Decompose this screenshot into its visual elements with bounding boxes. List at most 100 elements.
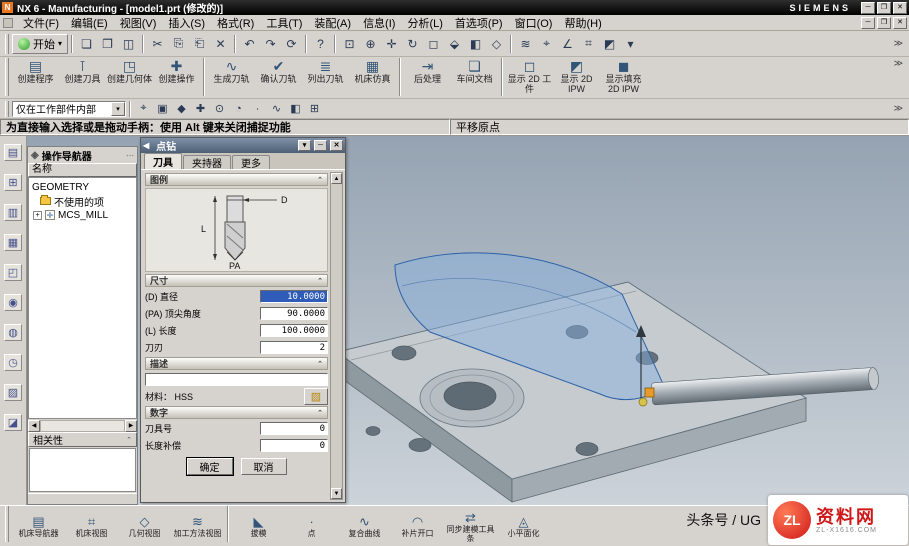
minimize-button[interactable]: ─	[861, 2, 875, 14]
menu-item[interactable]: 文件(F)	[17, 14, 65, 32]
menu-item[interactable]: 信息(I)	[357, 14, 401, 32]
operation-navigator-icon[interactable]: ▦	[4, 234, 22, 251]
origin-handle[interactable]	[645, 388, 654, 397]
description-section-header[interactable]: 描述 ⌃	[145, 357, 328, 370]
assembly-navigator-icon[interactable]: ▤	[4, 144, 22, 161]
toolbar-grip[interactable]	[5, 506, 9, 542]
toolbar-grip[interactable]	[5, 101, 9, 117]
expander-icon[interactable]: +	[33, 211, 42, 220]
constraint-navigator-icon[interactable]: ⊞	[4, 174, 22, 191]
show-filled-2d-ipw-button[interactable]: ◼ 显示填充 2D IPW	[600, 58, 647, 98]
snap-intersection-icon[interactable]: ✚	[191, 100, 210, 118]
tool-number-input[interactable]	[260, 422, 328, 435]
layer-settings-icon[interactable]: ≋	[515, 34, 536, 54]
open-file-icon[interactable]: ❐	[97, 34, 118, 54]
wcs-icon[interactable]: ⌖	[536, 34, 557, 54]
delete-icon[interactable]: ✕	[210, 34, 231, 54]
show-2d-ipw-button[interactable]: ◩ 显示 2D IPW	[553, 58, 600, 98]
facet-body-button[interactable]: ◬ 小平面化	[497, 506, 550, 546]
isometric-view-icon[interactable]: ⬙	[444, 34, 465, 54]
menu-item[interactable]: 视图(V)	[114, 14, 163, 32]
reuse-library-icon[interactable]: ◰	[4, 264, 22, 281]
chevron-down-icon[interactable]: ▾	[111, 102, 125, 116]
menu-item[interactable]: 工具(T)	[260, 14, 308, 32]
snap-midpoint-icon[interactable]: ◆	[172, 100, 191, 118]
create-operation-button[interactable]: ✚ 创建操作	[153, 58, 200, 98]
verify-toolpath-button[interactable]: ✔ 确认刀轨	[255, 58, 302, 98]
menu-item[interactable]: 分析(L)	[401, 14, 448, 32]
sphere-handle[interactable]	[639, 398, 647, 406]
create-geometry-button[interactable]: ◳ 创建几何体	[106, 58, 153, 98]
numbers-section-header[interactable]: 数字 ⌃	[145, 406, 328, 419]
menu-item[interactable]: 插入(S)	[162, 14, 211, 32]
synchronous-modeling-button[interactable]: ⇄ 同步建模工具条	[444, 506, 497, 546]
tab-holder[interactable]: 夹持器	[183, 155, 231, 169]
point-angle-input[interactable]	[260, 307, 328, 320]
ok-button[interactable]: 确定	[187, 458, 233, 475]
hd3d-tools-icon[interactable]: ◉	[4, 294, 22, 311]
scroll-down-icon[interactable]: ▼	[331, 488, 342, 499]
paste-icon[interactable]: ⎗	[189, 34, 210, 54]
description-input[interactable]	[145, 373, 328, 386]
machine-simulation-button[interactable]: ▦ 机床仿真	[349, 58, 396, 98]
front-view-icon[interactable]: ◻	[423, 34, 444, 54]
wireframe-view-icon[interactable]: ◇	[486, 34, 507, 54]
snap-endpoint-icon[interactable]: ▣	[153, 100, 172, 118]
tab-tool[interactable]: 刀具	[144, 153, 182, 169]
mdi-minimize-button[interactable]: ─	[861, 17, 875, 29]
save-icon[interactable]: ◫	[118, 34, 139, 54]
mdi-restore-button[interactable]: ❒	[877, 17, 891, 29]
rotate-view-icon[interactable]: ↻	[402, 34, 423, 54]
help-icon[interactable]: ?	[310, 34, 331, 54]
mdi-close-button[interactable]: ✕	[893, 17, 907, 29]
menu-item[interactable]: 帮助(H)	[558, 14, 607, 32]
length-input[interactable]	[260, 324, 328, 337]
toolbar-grip[interactable]	[5, 58, 9, 96]
flutes-input[interactable]	[260, 341, 328, 354]
new-file-icon[interactable]: ❏	[76, 34, 97, 54]
refresh-icon[interactable]: ⟳	[281, 34, 302, 54]
dialog-minimize-button[interactable]: ─	[314, 140, 327, 151]
snap-arc-center-icon[interactable]: ⊙	[210, 100, 229, 118]
show-2d-workpiece-button[interactable]: ◻ 显示 2D 工件	[506, 58, 553, 98]
cut-icon[interactable]: ✂	[147, 34, 168, 54]
create-tool-button[interactable]: ⊺ 创建刀具	[59, 58, 106, 98]
scroll-track[interactable]	[40, 420, 125, 432]
center-hole[interactable]	[444, 382, 496, 410]
fit-view-icon[interactable]: ⊡	[339, 34, 360, 54]
panel-grip-icon[interactable]: ⋯	[126, 151, 134, 160]
generate-toolpath-button[interactable]: ∿ 生成刀轨	[208, 58, 255, 98]
material-library-button[interactable]: ▨	[304, 388, 328, 405]
toolbar-grip[interactable]	[5, 34, 9, 54]
maximize-button[interactable]: ❒	[877, 2, 891, 14]
redo-icon[interactable]: ↷	[260, 34, 281, 54]
measure-icon[interactable]: ∠	[557, 34, 578, 54]
snap-point-icon[interactable]: ⌖	[134, 100, 153, 118]
menu-item[interactable]: 窗口(O)	[509, 14, 559, 32]
tree-row-mcs-mill[interactable]: + ✛ MCS_MILL	[30, 208, 135, 222]
column-header-name[interactable]: 名称	[28, 163, 137, 177]
shaded-view-icon[interactable]: ◧	[465, 34, 486, 54]
point-button[interactable]: ∙ 点	[285, 506, 338, 546]
patch-opening-button[interactable]: ◠ 补片开口	[391, 506, 444, 546]
dialog-title-bar[interactable]: ◀ 点钻 ▾ ─ ✕	[141, 138, 345, 153]
shop-docs-button[interactable]: ❏ 车间文档	[451, 58, 498, 98]
copy-icon[interactable]: ⎘	[168, 34, 189, 54]
machining-method-view-button[interactable]: ≋ 加工方法视图	[171, 506, 224, 546]
menu-item[interactable]: 编辑(E)	[65, 14, 114, 32]
draft-button[interactable]: ◣ 拔模	[232, 506, 285, 546]
pan-icon[interactable]: ✛	[381, 34, 402, 54]
snap-on-curve-icon[interactable]: ∿	[267, 100, 286, 118]
legend-section-header[interactable]: 图例 ⌃	[145, 173, 328, 186]
roles-icon[interactable]: ◪	[4, 414, 22, 431]
start-menu-button[interactable]: 开始 ▾	[12, 34, 68, 54]
toolbar-overflow-icon[interactable]: ≫	[894, 58, 907, 69]
cancel-button[interactable]: 取消	[241, 458, 287, 475]
snap-on-face-icon[interactable]: ◧	[286, 100, 305, 118]
history-icon[interactable]: ◷	[4, 354, 22, 371]
menu-item[interactable]: 装配(A)	[308, 14, 357, 32]
palette-icon[interactable]: ▨	[4, 384, 22, 401]
part-navigator-icon[interactable]: ▥	[4, 204, 22, 221]
snapshot-icon[interactable]: ⌗	[578, 34, 599, 54]
details-section-header[interactable]	[28, 493, 137, 504]
